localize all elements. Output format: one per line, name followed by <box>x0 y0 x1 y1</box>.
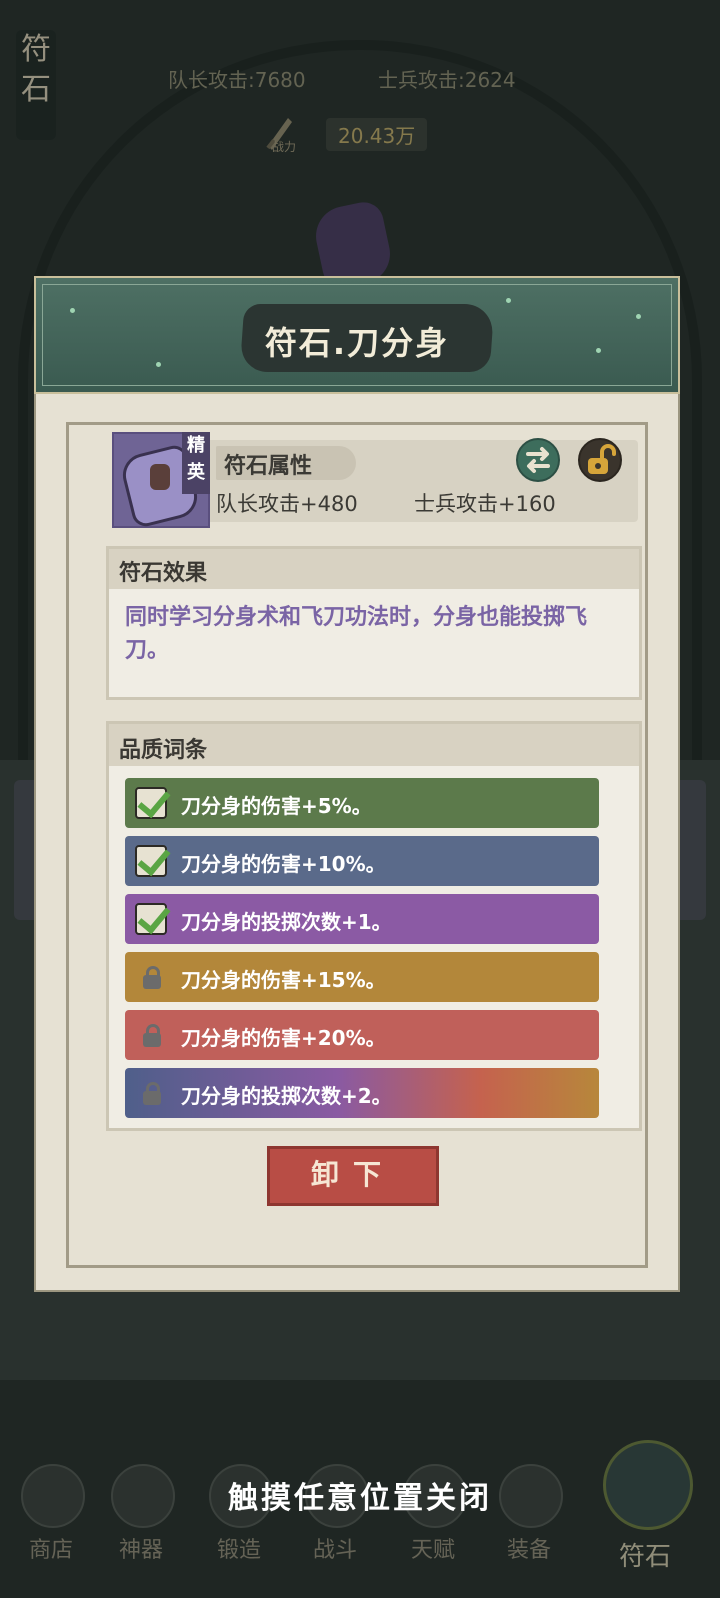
quality-header: 品质词条 <box>109 724 639 766</box>
affix-text: 刀分身的投掷次数+2。 <box>181 1084 392 1108</box>
lock-rune-button[interactable] <box>578 438 622 482</box>
sparkle-decoration <box>506 298 511 303</box>
affix-row: 刀分身的投掷次数+1。 <box>125 894 599 944</box>
blade-clone-figure-icon <box>150 464 170 490</box>
unload-button[interactable]: 卸下 <box>267 1146 439 1206</box>
lock-icon <box>141 965 163 989</box>
swap-rune-button[interactable] <box>516 438 560 482</box>
affix-row: 刀分身的伤害+5%。 <box>125 778 599 828</box>
unlocked-padlock-icon <box>588 444 616 474</box>
affix-text: 刀分身的伤害+15%。 <box>181 968 386 992</box>
rune-summary: 精英 符石属性 队长攻击+480 士兵攻击+160 <box>112 432 638 530</box>
check-icon <box>135 787 167 819</box>
rune-detail-dialog: 符石.刀分身 精英 符石属性 队长攻击+480 士兵攻击+160 符石效果 同时… <box>34 276 680 1292</box>
quality-affixes-section: 品质词条 刀分身的伤害+5%。 刀分身的伤害+10%。 刀分身的投掷次数+1。 … <box>106 721 642 1131</box>
attributes-title: 符石属性 <box>224 454 313 479</box>
effect-description: 同时学习分身术和飞刀功法时，分身也能投掷飞刀。 <box>125 605 588 663</box>
rarity-badge: 精英 <box>182 432 210 494</box>
effect-header: 符石效果 <box>109 549 639 589</box>
affix-row: 刀分身的投掷次数+2。 <box>125 1068 599 1118</box>
affix-text: 刀分身的伤害+20%。 <box>181 1026 386 1050</box>
quality-title: 品质词条 <box>119 738 208 763</box>
lock-icon <box>141 1081 163 1105</box>
affix-row: 刀分身的伤害+10%。 <box>125 836 599 886</box>
rune-effect-section: 符石效果 同时学习分身术和飞刀功法时，分身也能投掷飞刀。 <box>106 546 642 700</box>
sparkle-decoration <box>70 308 75 313</box>
lock-icon <box>141 1023 163 1047</box>
soldier-attack-bonus: 士兵攻击+160 <box>414 492 556 516</box>
leader-attack-bonus: 队长攻击+480 <box>216 492 358 516</box>
tap-to-close-hint: 触摸任意位置关闭 <box>228 1481 492 1516</box>
affix-text: 刀分身的投掷次数+1。 <box>181 910 392 934</box>
effect-title: 符石效果 <box>119 561 208 586</box>
dialog-title: 符石.刀分身 <box>264 324 450 362</box>
swap-arrows-icon <box>526 447 550 473</box>
dialog-header: 符石.刀分身 <box>34 276 680 394</box>
check-icon <box>135 903 167 935</box>
affix-text: 刀分身的伤害+10%。 <box>181 852 386 876</box>
affix-text: 刀分身的伤害+5%。 <box>181 794 372 818</box>
affix-row: 刀分身的伤害+15%。 <box>125 952 599 1002</box>
check-icon <box>135 845 167 877</box>
affix-row: 刀分身的伤害+20%。 <box>125 1010 599 1060</box>
